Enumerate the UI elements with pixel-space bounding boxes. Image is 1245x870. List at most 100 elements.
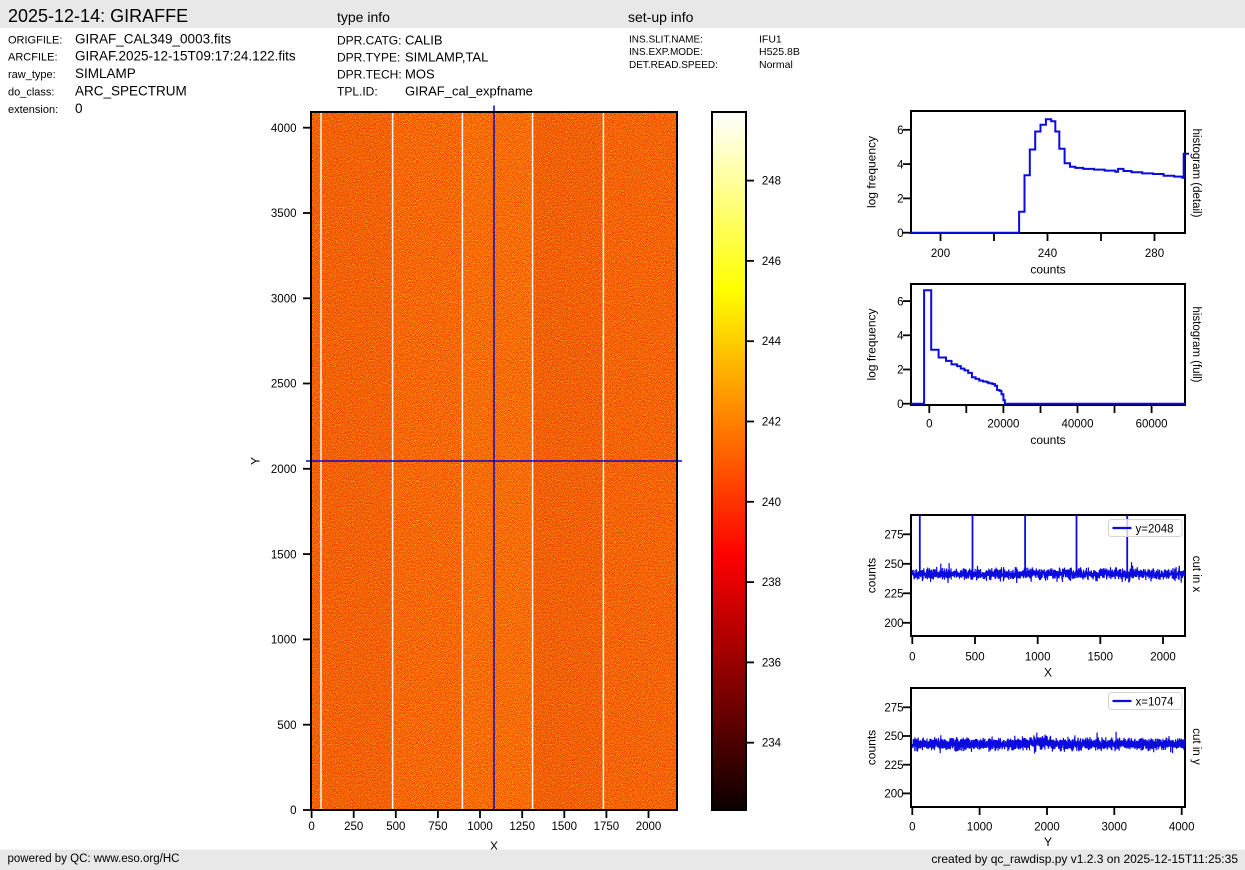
svg-text:extension:: extension: [8,104,58,116]
svg-text:0: 0 [290,805,296,817]
svg-text:GIRAF.2025-12-15T09:17:24.122.: GIRAF.2025-12-15T09:17:24.122.fits [75,49,296,64]
svg-text:1000: 1000 [467,821,493,833]
svg-text:IFU1: IFU1 [759,33,782,45]
svg-text:Y: Y [1044,835,1052,849]
svg-text:0: 0 [909,651,915,663]
svg-text:750: 750 [428,821,447,833]
svg-text:200: 200 [931,248,950,260]
svg-text:2000: 2000 [1150,651,1176,663]
svg-text:H525.8B: H525.8B [759,46,800,58]
svg-text:histogram (detail): histogram (detail) [1190,129,1202,218]
svg-text:counts: counts [1030,433,1065,447]
svg-text:4: 4 [897,159,904,171]
svg-text:x=1074: x=1074 [1136,696,1175,708]
svg-text:1000: 1000 [271,635,297,647]
svg-text:4000: 4000 [271,123,297,135]
svg-text:2: 2 [897,194,903,206]
svg-text:275: 275 [884,530,903,542]
svg-text:275: 275 [884,703,903,715]
svg-text:SIMLAMP,TAL: SIMLAMP,TAL [405,50,488,65]
svg-text:cut in y: cut in y [1190,728,1202,765]
svg-text:1500: 1500 [1088,651,1114,663]
svg-text:cut in x: cut in x [1190,556,1202,593]
svg-text:500: 500 [386,821,405,833]
svg-text:0: 0 [909,821,915,833]
svg-text:log frequency: log frequency [865,136,879,208]
svg-text:set-up info: set-up info [628,9,694,25]
svg-text:counts: counts [865,730,879,765]
svg-text:DET.READ.SPEED:: DET.READ.SPEED: [629,60,718,71]
svg-text:500: 500 [965,651,984,663]
svg-text:1500: 1500 [552,821,578,833]
svg-text:1000: 1000 [967,821,993,833]
svg-text:240: 240 [762,497,781,509]
svg-text:250: 250 [344,821,363,833]
svg-text:0: 0 [897,228,903,240]
svg-text:248: 248 [762,176,781,188]
svg-text:X: X [1044,666,1052,680]
svg-text:ARCFILE:: ARCFILE: [8,52,58,64]
svg-text:4000: 4000 [1169,821,1195,833]
svg-text:2000: 2000 [1034,821,1060,833]
svg-text:powered by QC: www.eso.org/HC: powered by QC: www.eso.org/HC [8,853,180,865]
svg-text:1500: 1500 [271,549,297,561]
svg-text:Y: Y [249,457,263,465]
svg-text:0: 0 [308,821,314,833]
svg-text:ORIGFILE:: ORIGFILE: [8,34,62,46]
svg-text:200: 200 [884,618,903,630]
svg-text:2000: 2000 [271,464,297,476]
svg-text:2025-12-14: GIRAFFE: 2025-12-14: GIRAFFE [8,6,188,26]
svg-text:244: 244 [762,336,782,348]
svg-text:6: 6 [897,125,903,137]
svg-text:0: 0 [897,399,903,411]
svg-text:240: 240 [1038,248,1057,260]
svg-text:counts: counts [865,558,879,593]
svg-text:3500: 3500 [271,208,297,220]
svg-text:4: 4 [897,331,904,343]
svg-text:created by qc_rawdisp.py v1.2.: created by qc_rawdisp.py v1.2.3 on 2025-… [931,852,1238,866]
svg-text:225: 225 [884,589,903,601]
svg-text:DPR.TYPE:: DPR.TYPE: [337,51,400,65]
svg-text:225: 225 [884,760,903,772]
svg-text:6: 6 [897,296,903,308]
svg-text:INS.SLIT.NAME:: INS.SLIT.NAME: [629,34,703,45]
svg-text:246: 246 [762,256,781,268]
svg-text:0: 0 [75,101,83,116]
svg-text:counts: counts [1030,263,1065,277]
svg-text:1750: 1750 [594,821,620,833]
svg-text:1000: 1000 [1025,651,1051,663]
svg-text:y=2048: y=2048 [1136,523,1174,535]
svg-text:60000: 60000 [1136,418,1168,430]
svg-text:CALIB: CALIB [405,33,443,48]
svg-text:2: 2 [897,365,903,377]
svg-text:2000: 2000 [636,821,662,833]
svg-text:250: 250 [884,731,903,743]
svg-text:0: 0 [926,418,932,430]
svg-text:DPR.TECH:: DPR.TECH: [337,68,402,82]
svg-text:log frequency: log frequency [865,308,879,380]
svg-text:INS.EXP.MODE:: INS.EXP.MODE: [629,47,703,58]
svg-text:2500: 2500 [271,379,297,391]
svg-text:SIMLAMP: SIMLAMP [75,66,136,81]
svg-text:1250: 1250 [509,821,535,833]
svg-text:raw_type:: raw_type: [8,69,56,81]
svg-text:200: 200 [884,789,903,801]
svg-text:GIRAF_cal_expfname: GIRAF_cal_expfname [405,84,533,99]
svg-text:3000: 3000 [271,294,297,306]
svg-text:GIRAF_CAL349_0003.fits: GIRAF_CAL349_0003.fits [75,31,231,46]
svg-text:do_class:: do_class: [8,87,54,99]
svg-text:40000: 40000 [1062,418,1094,430]
svg-text:280: 280 [1145,248,1164,260]
svg-text:238: 238 [762,577,781,589]
svg-text:242: 242 [762,417,781,429]
svg-text:histogram (full): histogram (full) [1190,306,1202,382]
svg-text:250: 250 [884,559,903,571]
svg-text:TPL.ID:: TPL.ID: [337,85,378,99]
svg-text:ARC_SPECTRUM: ARC_SPECTRUM [75,84,187,99]
svg-text:3000: 3000 [1102,821,1128,833]
svg-text:MOS: MOS [405,67,435,82]
svg-text:236: 236 [762,657,781,669]
svg-text:type info: type info [337,9,390,25]
svg-text:234: 234 [762,738,782,750]
svg-text:20000: 20000 [987,418,1019,430]
